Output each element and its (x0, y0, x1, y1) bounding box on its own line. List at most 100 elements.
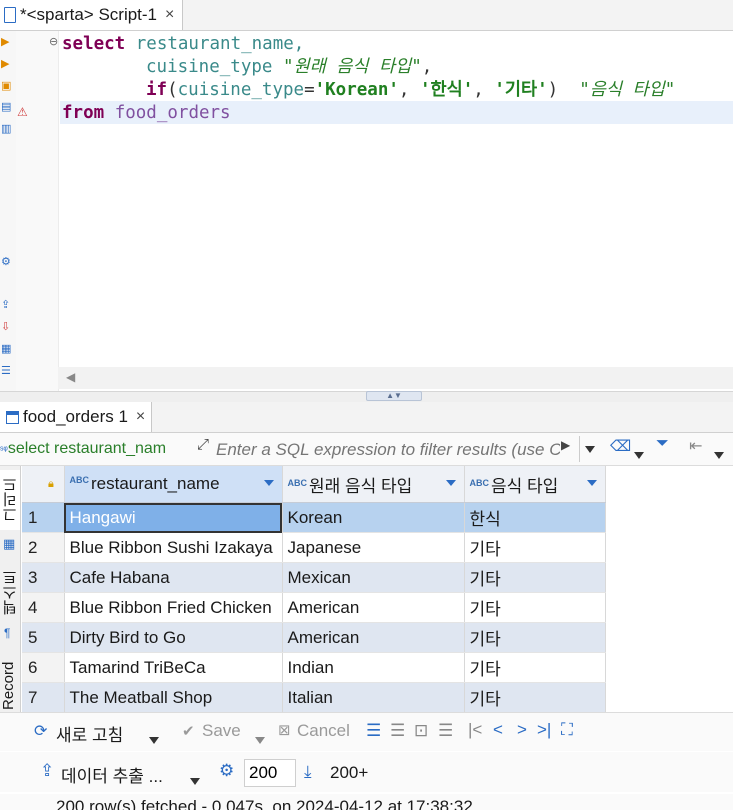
eraser-icon[interactable]: ⌫ (610, 437, 631, 455)
table-cell[interactable]: The Meatball Shop (64, 682, 283, 713)
table-row[interactable]: 5 Dirty Bird to Go American 기타 (22, 622, 606, 653)
table-row[interactable]: 3 Cafe Habana Mexican 기타 (22, 562, 606, 593)
column-header-restaurant-name[interactable]: ABC restaurant_name (64, 466, 283, 503)
table-cell[interactable]: American (282, 622, 465, 653)
table-cell[interactable]: Hangawi (64, 502, 283, 533)
first-page-icon[interactable]: |< (468, 720, 482, 740)
cancel-button[interactable]: Cancel (297, 721, 350, 741)
edit-row-icon[interactable]: ☰ (366, 721, 381, 741)
fetch-more-icon[interactable]: ⤓ (304, 762, 312, 782)
eraser-menu-icon[interactable] (634, 444, 644, 464)
column-header-original-type[interactable]: ABC 원래 음식 타입 (282, 466, 465, 503)
execute-script-icon[interactable]: ▶ (1, 58, 13, 70)
fetch-size-input[interactable] (244, 759, 296, 787)
table-cell[interactable]: 기타 (464, 652, 606, 683)
expand-icon[interactable]: ⤢ (197, 436, 209, 453)
table-cell[interactable]: 기타 (464, 682, 606, 713)
table-cell[interactable]: Blue Ribbon Fried Chicken (64, 592, 283, 623)
filter-dropdown[interactable] (579, 436, 600, 462)
filter-expression-input[interactable] (216, 437, 560, 463)
tab-grid[interactable]: 그리드 (0, 470, 20, 530)
table-cell[interactable]: Korean (282, 502, 465, 533)
settings-gear-icon[interactable]: ⚙ (1, 256, 13, 268)
copy-row-icon[interactable]: ⊡ (414, 721, 428, 741)
table-row[interactable]: 4 Blue Ribbon Fried Chicken American 기타 (22, 592, 606, 623)
splitter-handle-icon[interactable]: ▲▼ (366, 391, 422, 401)
filter-history-arrow-icon[interactable]: ▶ (561, 438, 570, 452)
last-page-icon[interactable]: >| (537, 720, 551, 740)
fold-minus-icon[interactable]: ⊖ (49, 35, 58, 48)
table-row[interactable]: 2 Blue Ribbon Sushi Izakaya Japanese 기타 (22, 532, 606, 563)
sort-arrow-icon[interactable] (263, 480, 274, 486)
table-cell[interactable]: 기타 (464, 622, 606, 653)
table-cell[interactable]: Tamarind TriBeCa (64, 652, 283, 683)
scroll-left-arrow-icon[interactable]: ◀ (66, 370, 75, 384)
explain-plan-icon[interactable]: ▤ (1, 101, 13, 113)
table-cell[interactable]: 한식 (464, 502, 606, 533)
close-icon[interactable]: × (165, 6, 174, 24)
format-icon[interactable]: ▦ (1, 343, 13, 355)
table-row[interactable]: 1 Hangawi Korean 한식 (22, 502, 606, 533)
table-cell[interactable]: 기타 (464, 592, 606, 623)
table-cell[interactable]: 기타 (464, 562, 606, 593)
history-icon[interactable]: ☰ (1, 365, 13, 377)
fetch-more-button[interactable]: 200+ (330, 763, 368, 783)
text-type-icon: ABC (287, 477, 308, 488)
refresh-button[interactable]: 새로 고침 (56, 721, 123, 746)
table-cell[interactable]: American (282, 592, 465, 623)
fit-columns-icon[interactable]: ⛶ (561, 720, 573, 740)
table-cell[interactable]: Cafe Habana (64, 562, 283, 593)
chevron-down-icon (585, 445, 595, 453)
export-menu-icon[interactable] (190, 770, 200, 790)
sort-arrow-icon[interactable] (445, 480, 456, 486)
tab-record[interactable]: Record (0, 656, 20, 716)
table-icon (6, 410, 19, 424)
save-button[interactable]: Save (202, 721, 241, 741)
column-header-label: restaurant_name (91, 474, 220, 493)
back-arrow-icon[interactable]: ⇤ (689, 436, 702, 456)
previous-icon[interactable]: < (493, 720, 503, 740)
execute-statement-icon[interactable]: ▶ (1, 36, 13, 48)
table-cell[interactable]: Japanese (282, 532, 465, 563)
import-icon[interactable]: ⇩ (1, 321, 13, 333)
save-menu-icon[interactable] (255, 729, 265, 749)
row-number[interactable]: 2 (22, 532, 65, 563)
table-row[interactable]: 6 Tamarind TriBeCa Indian 기타 (22, 652, 606, 683)
tab-text[interactable]: 텍스트 (0, 564, 20, 622)
row-number[interactable]: 4 (22, 592, 65, 623)
load-plan-icon[interactable]: ▥ (1, 123, 13, 135)
column-header-food-type[interactable]: ABC 음식 타입 (464, 466, 606, 503)
code-line-2: cuisine_type "원래 음식 타입", (146, 56, 432, 79)
delete-row-icon[interactable]: ☰ (438, 721, 453, 741)
table-cell[interactable]: 기타 (464, 532, 606, 563)
table-cell[interactable]: Indian (282, 652, 465, 683)
add-row-icon[interactable]: ☰ (390, 721, 405, 741)
fetch-settings-icon[interactable]: ⚙ (219, 761, 234, 781)
row-number[interactable]: 3 (22, 562, 65, 593)
history-menu-icon[interactable] (714, 444, 724, 464)
row-number[interactable]: 7 (22, 682, 65, 713)
export-data-button[interactable]: 데이터 추출 ... (61, 762, 163, 787)
next-icon[interactable]: > (517, 720, 527, 740)
table-cell[interactable]: Blue Ribbon Sushi Izakaya (64, 532, 283, 563)
table-cell[interactable]: Dirty Bird to Go (64, 622, 283, 653)
query-preview[interactable]: ˢᵠselect restaurant_nam (0, 435, 192, 463)
table-cell[interactable]: Italian (282, 682, 465, 713)
refresh-icon[interactable]: ⟳ (34, 721, 47, 741)
row-number[interactable]: 5 (22, 622, 65, 653)
export-icon[interactable]: ⇪ (1, 299, 13, 311)
sort-arrow-icon[interactable] (586, 480, 597, 486)
filter-icon[interactable]: ⏷ (656, 435, 669, 453)
row-number[interactable]: 6 (22, 652, 65, 683)
editor-horizontal-scrollbar[interactable]: ◀ (58, 367, 733, 389)
execute-new-tab-icon[interactable]: ▣ (1, 80, 13, 92)
close-icon[interactable]: × (136, 408, 145, 426)
editor-tab-script-1[interactable]: *<sparta> Script-1 × (0, 0, 184, 30)
sql-editor[interactable]: select restaurant_name, cuisine_type "원래… (60, 31, 733, 391)
table-cell[interactable]: Mexican (282, 562, 465, 593)
table-row[interactable]: 7 The Meatball Shop Italian 기타 (22, 682, 606, 713)
row-number[interactable]: 1 (22, 502, 65, 533)
export-arrow-icon[interactable]: ⇪ (40, 761, 54, 781)
results-tab-food-orders[interactable]: food_orders 1 × (0, 402, 153, 432)
refresh-menu-icon[interactable] (149, 729, 159, 749)
